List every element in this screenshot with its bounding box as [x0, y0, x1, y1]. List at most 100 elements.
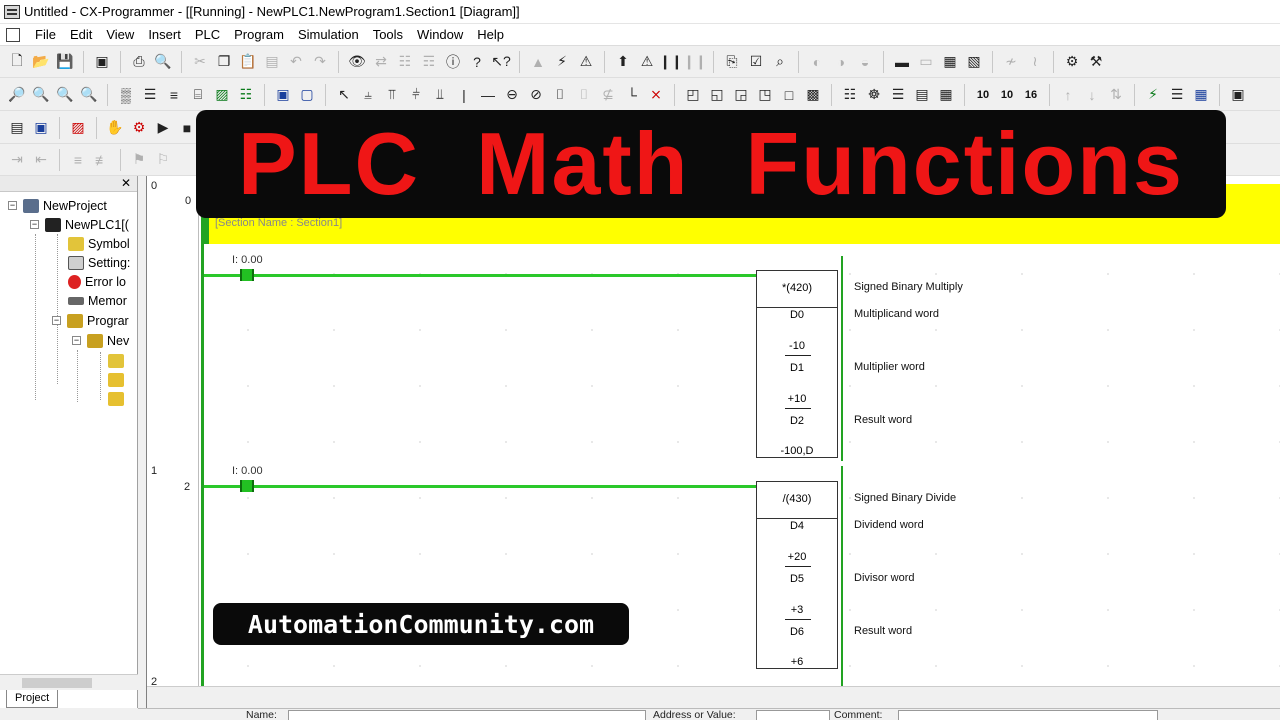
- tree-item-symbols[interactable]: Symbol: [68, 234, 130, 253]
- vertical-line-icon[interactable]: |: [453, 84, 475, 106]
- close-icon[interactable]: ✕: [121, 176, 131, 190]
- print-preview-icon[interactable]: 🔍: [152, 51, 174, 73]
- uncomment-line-icon[interactable]: ≢: [91, 149, 113, 171]
- differential-monitor-icon[interactable]: ≁: [1000, 51, 1022, 73]
- open-folder-icon[interactable]: 📂: [30, 51, 52, 73]
- symbol-table-icon[interactable]: ▣: [272, 84, 294, 106]
- no-contact[interactable]: [240, 269, 254, 281]
- document-menu-icon[interactable]: [6, 27, 20, 42]
- properties-icon[interactable]: ▣: [91, 51, 113, 73]
- horizontal-line-icon[interactable]: —: [477, 84, 499, 106]
- view-mnemonic-icon[interactable]: ◳: [754, 84, 776, 106]
- io-table-icon[interactable]: ▭: [915, 51, 937, 73]
- wire-corner-icon[interactable]: └: [621, 84, 643, 106]
- data-trace-icon[interactable]: ≀: [1024, 51, 1046, 73]
- tree-item-memory[interactable]: Memor: [68, 291, 127, 310]
- copy-icon[interactable]: ❐: [213, 51, 235, 73]
- bookmark-icon[interactable]: ⚑: [128, 149, 150, 171]
- address-field[interactable]: [756, 710, 830, 720]
- tab-project[interactable]: Project: [6, 690, 59, 708]
- force-on-icon[interactable]: ◐: [806, 51, 828, 73]
- sim-icon[interactable]: ⚙: [128, 117, 150, 139]
- compare-icon[interactable]: ⎘: [721, 51, 743, 73]
- address-reference-icon[interactable]: ☶: [418, 51, 440, 73]
- collapse-toggle-icon[interactable]: −: [72, 336, 81, 345]
- stop-icon[interactable]: ■: [176, 117, 198, 139]
- display-hex-icon[interactable]: 16: [1020, 84, 1042, 106]
- run-icon[interactable]: ▶: [152, 117, 174, 139]
- menu-view[interactable]: View: [99, 27, 141, 42]
- tree-item-end[interactable]: [108, 389, 128, 408]
- warning-icon[interactable]: ⚠: [636, 51, 658, 73]
- simulator-icon[interactable]: ⚙: [1061, 51, 1083, 73]
- menu-help[interactable]: Help: [470, 27, 511, 42]
- binary-icon[interactable]: ☸: [863, 84, 885, 106]
- stack-icon[interactable]: ☰: [1166, 84, 1188, 106]
- collapse-toggle-icon[interactable]: −: [52, 316, 61, 325]
- rung-bookmark-icon[interactable]: ⌸: [187, 84, 209, 106]
- simulator-settings-icon[interactable]: ⚒: [1085, 51, 1107, 73]
- comment-line-icon[interactable]: ≡: [67, 149, 89, 171]
- comment-field[interactable]: [898, 710, 1158, 720]
- select-pointer-icon[interactable]: ↖: [333, 84, 355, 106]
- zoom-fit-icon[interactable]: 🔍: [30, 84, 52, 106]
- list-icon[interactable]: ≡: [163, 84, 185, 106]
- tree-item-plc[interactable]: − NewPLC1[(: [30, 215, 129, 234]
- transfer-to-plc-icon[interactable]: ⬆: [612, 51, 634, 73]
- delete-wire-icon[interactable]: ⨯: [645, 84, 667, 106]
- menu-file[interactable]: File: [28, 27, 63, 42]
- address-icon[interactable]: ☰: [887, 84, 909, 106]
- force-cancel-icon[interactable]: ◒: [854, 51, 876, 73]
- context-help-icon[interactable]: ↖?: [490, 51, 512, 73]
- menu-plc[interactable]: PLC: [188, 27, 227, 42]
- work-online-icon[interactable]: ⚡: [551, 51, 573, 73]
- tree-item-section[interactable]: [108, 370, 128, 389]
- display-decimal-icon[interactable]: 10: [972, 84, 994, 106]
- tree-item-symbols-local[interactable]: [108, 351, 128, 370]
- menu-insert[interactable]: Insert: [141, 27, 188, 42]
- tree-item-new-program[interactable]: − Nev: [72, 331, 129, 350]
- display-signed-decimal-icon[interactable]: 10: [996, 84, 1018, 106]
- plc-stop-alert-icon[interactable]: ▨: [67, 117, 89, 139]
- menu-tools[interactable]: Tools: [366, 27, 410, 42]
- outdent-icon[interactable]: ⇤: [30, 149, 52, 171]
- tree-item-programs[interactable]: − Prograr: [52, 311, 129, 330]
- collapse-toggle-icon[interactable]: −: [30, 220, 39, 229]
- cross-reference-icon[interactable]: ☷: [394, 51, 416, 73]
- pause-icon[interactable]: ❙❙: [683, 51, 706, 73]
- or-no-contact-icon[interactable]: ⫩: [405, 84, 427, 106]
- divide-instruction-block[interactable]: /(430) D4 +20 D5 +3 D6 +6: [756, 481, 838, 669]
- menu-window[interactable]: Window: [410, 27, 470, 42]
- search-program-icon[interactable]: ⌕: [769, 51, 791, 73]
- menu-edit[interactable]: Edit: [63, 27, 99, 42]
- grid-icon[interactable]: ▒: [115, 84, 137, 106]
- plc-list-icon[interactable]: ▤: [6, 117, 28, 139]
- tree-item-settings[interactable]: Setting:: [68, 253, 130, 272]
- diagram-horizontal-scrollbar[interactable]: [147, 686, 1280, 708]
- nc-coil-icon[interactable]: ⊘: [525, 84, 547, 106]
- multiply-instruction-block[interactable]: *(420) D0 -10 D1 +10 D2 -100,D: [756, 270, 838, 458]
- memory-view-icon[interactable]: ▬: [891, 51, 913, 73]
- table-icon[interactable]: ▦: [935, 84, 957, 106]
- name-field[interactable]: [288, 710, 646, 720]
- hand-icon[interactable]: ✋: [104, 117, 126, 139]
- online-icon[interactable]: ▲: [527, 51, 549, 73]
- function-block-icon[interactable]: ▤: [911, 84, 933, 106]
- online-edit-icon[interactable]: ⚠: [575, 51, 597, 73]
- force-off-icon[interactable]: ◑: [830, 51, 852, 73]
- bit-up-icon[interactable]: ⌷: [573, 84, 595, 106]
- menu-program[interactable]: Program: [227, 27, 291, 42]
- print-icon[interactable]: ⎙: [128, 51, 150, 73]
- next-bookmark-icon[interactable]: ⚐: [152, 149, 174, 171]
- tree-item-project[interactable]: − NewProject: [8, 196, 107, 215]
- zoom-in-icon[interactable]: 🔎: [6, 84, 28, 106]
- view-st-icon[interactable]: □: [778, 84, 800, 106]
- more-icon[interactable]: ▣: [1227, 84, 1249, 106]
- collapse-toggle-icon[interactable]: −: [8, 201, 17, 210]
- monitor-icon[interactable]: ▨: [211, 84, 233, 106]
- tree-item-error-log[interactable]: Error lo: [68, 272, 126, 291]
- or-nc-contact-icon[interactable]: ⫫: [429, 84, 451, 106]
- ci-table-icon[interactable]: ▢: [296, 84, 318, 106]
- scroll-thumb[interactable]: [22, 678, 92, 688]
- step-down-icon[interactable]: ↓: [1081, 84, 1103, 106]
